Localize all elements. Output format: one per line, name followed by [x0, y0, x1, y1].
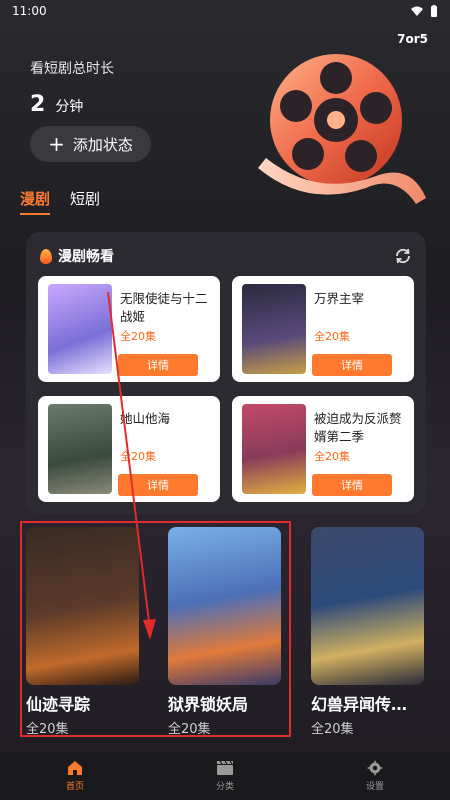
home-icon — [68, 761, 82, 775]
panel-title-label: 漫剧畅看 — [58, 249, 114, 265]
nav-settings[interactable]: 设置 — [300, 752, 450, 800]
drama-thumbnail — [48, 404, 112, 494]
film-reel-logo-icon — [258, 54, 426, 204]
drama-card[interactable]: 万界主宰 全20集 详情 — [232, 276, 414, 382]
drama-title: 被迫成为反派赘婿第二季 — [314, 411, 402, 444]
wifi-icon — [411, 6, 423, 16]
details-button[interactable]: 详情 — [312, 474, 392, 496]
watch-time-label: 看短剧总时长 — [30, 61, 114, 77]
add-status-button[interactable]: + 添加状态 — [30, 126, 151, 162]
drama-title: 万界主宰 — [314, 291, 365, 306]
drama-thumbnail — [48, 284, 112, 374]
status-bar: 11:00 — [0, 0, 450, 22]
clapperboard-icon — [217, 760, 233, 775]
nav-settings-label: 设置 — [365, 782, 384, 792]
episode-count: 全20集 — [314, 450, 350, 463]
poster-title: 幻兽异闻传… — [311, 695, 408, 714]
details-button[interactable]: 详情 — [118, 354, 198, 376]
duration: 2 分钟 — [30, 92, 114, 117]
watch-time-block: 看短剧总时长 2 分钟 — [30, 58, 114, 117]
drama-card[interactable]: 她山他海 全20集 详情 — [38, 396, 220, 502]
panel-title: 漫剧畅看 — [40, 246, 114, 266]
content-tabs: 漫剧 短剧 — [20, 188, 100, 215]
nav-category[interactable]: 分类 — [150, 752, 300, 800]
episode-count: 全20集 — [120, 450, 156, 463]
panel-header: 漫剧畅看 — [40, 246, 412, 266]
drama-title: 她山他海 — [120, 411, 171, 426]
manju-panel: 漫剧畅看 无限使徒与十二战姬 全20集 详情 万界主宰 全20集 详情 她山他海… — [26, 232, 426, 514]
refresh-icon[interactable] — [394, 247, 412, 265]
episode-count: 全20集 — [314, 330, 350, 343]
bottom-nav: 首页 分类 设置 — [0, 752, 450, 800]
add-status-label: 添加状态 — [72, 135, 133, 154]
tab-manju[interactable]: 漫剧 — [20, 188, 51, 215]
nav-home[interactable]: 首页 — [0, 752, 150, 800]
poster-episode-count: 全20集 — [311, 722, 354, 737]
flame-icon — [40, 248, 52, 264]
status-time: 11:00 — [12, 4, 47, 18]
nav-category-label: 分类 — [215, 782, 234, 792]
details-button[interactable]: 详情 — [118, 474, 198, 496]
drama-card[interactable]: 无限使徒与十二战姬 全20集 详情 — [38, 276, 220, 382]
episode-count: 全20集 — [120, 330, 156, 343]
poster-image[interactable] — [311, 527, 424, 685]
drama-thumbnail — [242, 284, 306, 374]
user-tag: 7or5 — [397, 32, 428, 46]
details-button[interactable]: 详情 — [312, 354, 392, 376]
duration-unit: 分钟 — [55, 99, 84, 115]
drama-thumbnail — [242, 404, 306, 494]
nav-home-label: 首页 — [65, 782, 84, 792]
plus-icon: + — [48, 132, 65, 156]
gear-icon — [367, 760, 383, 776]
tab-duanju[interactable]: 短剧 — [70, 188, 100, 209]
drama-card[interactable]: 被迫成为反派赘婿第二季 全20集 详情 — [232, 396, 414, 502]
battery-icon — [431, 4, 437, 17]
status-icons — [410, 4, 438, 18]
highlight-box — [20, 521, 291, 737]
drama-title: 无限使徒与十二战姬 — [120, 291, 208, 324]
duration-value: 2 — [30, 92, 46, 117]
